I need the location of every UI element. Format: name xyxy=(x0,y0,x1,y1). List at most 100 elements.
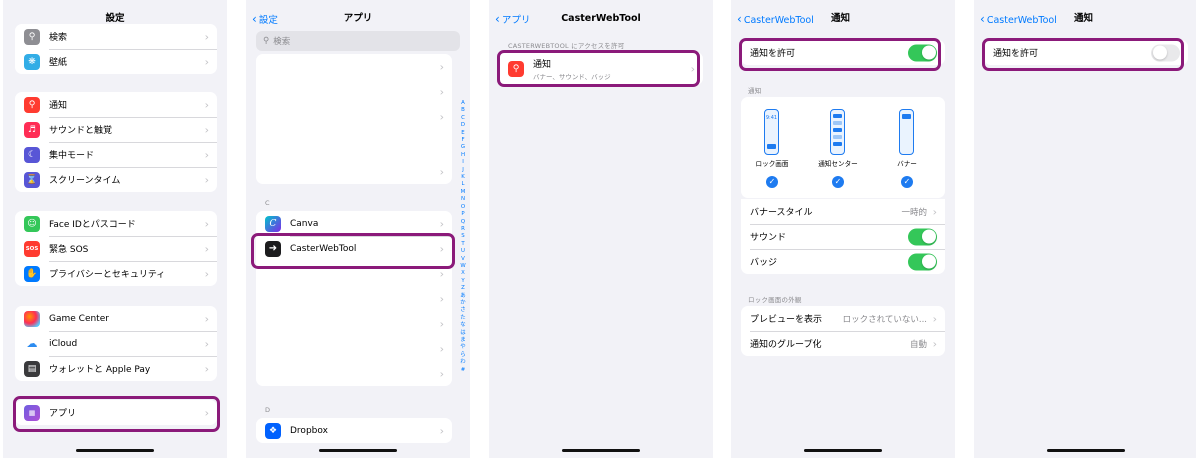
settings-row-screentime[interactable]: ⌛ スクリーンタイム › xyxy=(15,167,217,192)
highlight-box-notifications xyxy=(497,50,700,87)
row-label: iCloud xyxy=(49,338,78,349)
index-letter[interactable]: A xyxy=(459,100,467,107)
lock-screen-phone-icon[interactable]: 9:41 xyxy=(764,109,779,155)
settings-row-privacy[interactable]: ✋ プライバシーとセキュリティ › xyxy=(15,261,217,286)
settings-row-sounds[interactable]: ♬ サウンドと触覚 › xyxy=(15,117,217,142)
list-item[interactable] xyxy=(256,129,452,159)
notification-settings-screen-on: ‹ CasterWebTool 通知 通知を許可 通知 9:41 ロック画面 通… xyxy=(731,0,955,458)
nc-bar xyxy=(833,135,842,139)
home-indicator xyxy=(319,449,397,452)
index-letter[interactable]: わ xyxy=(459,359,467,366)
settings-row-game-center[interactable]: Game Center › xyxy=(15,306,217,331)
index-letter[interactable]: I xyxy=(459,159,467,166)
notification-center-phone-icon[interactable] xyxy=(830,109,845,155)
index-letter[interactable]: H xyxy=(459,152,467,159)
speaker-icon: ♬ xyxy=(24,121,40,138)
index-letter[interactable]: さ xyxy=(459,307,467,314)
index-letter[interactable]: や xyxy=(459,344,467,351)
row-label: スクリーンタイム xyxy=(49,176,121,186)
index-letter[interactable]: # xyxy=(459,367,467,374)
banner-style-row[interactable]: バナースタイル 一時的 › xyxy=(741,199,945,224)
index-letter[interactable]: J xyxy=(459,167,467,174)
list-item[interactable]: › xyxy=(256,104,452,129)
index-letter[interactable]: W xyxy=(459,263,467,270)
alphabet-index[interactable]: A B C D E F G H I J K L M N O P Q R S T U V W X Y Z あかさたなはまやらわ # xyxy=(459,100,467,374)
app-row-dropbox[interactable]: ❖ Dropbox › xyxy=(256,418,452,443)
banner-phone-icon[interactable] xyxy=(899,109,914,155)
banner-bar xyxy=(902,114,911,119)
list-item[interactable]: › xyxy=(256,79,452,104)
settings-screen: 設定 ⚲ 検索 › ❋ 壁紙 › ⚲ 通知 › ♬ サウンドと触覚 › ☾ 集中… xyxy=(3,0,227,458)
index-letter[interactable]: U xyxy=(459,248,467,255)
index-letter[interactable]: Q xyxy=(459,219,467,226)
index-letter[interactable]: は xyxy=(459,330,467,337)
nc-bar xyxy=(833,114,842,118)
check-nc-icon[interactable]: ✓ xyxy=(832,176,844,188)
index-letter[interactable]: C xyxy=(459,115,467,122)
index-letter[interactable]: S xyxy=(459,233,467,240)
settings-row-notifications[interactable]: ⚲ 通知 › xyxy=(15,92,217,117)
back-button[interactable]: ‹ CasterWebTool xyxy=(980,10,1057,30)
style-label-nc: 通知センター xyxy=(818,160,858,168)
settings-row-icloud[interactable]: ☁ iCloud › xyxy=(15,331,217,356)
row-label: 壁紙 xyxy=(49,58,68,68)
index-letter[interactable]: あ xyxy=(459,293,467,300)
chevron-right-icon: › xyxy=(204,312,209,325)
grouping-row[interactable]: 通知のグループ化 自動 › xyxy=(741,331,945,356)
settings-row-focus[interactable]: ☾ 集中モード › xyxy=(15,142,217,167)
row-label: バナースタイル xyxy=(750,208,813,218)
index-letter[interactable]: Y xyxy=(459,278,467,285)
chevron-right-icon: › xyxy=(439,342,444,355)
list-item[interactable]: › xyxy=(256,54,452,79)
index-letter[interactable]: O xyxy=(459,204,467,211)
nav-bar: ‹ アプリ CasterWebTool xyxy=(489,10,713,28)
index-letter[interactable]: な xyxy=(459,322,467,329)
settings-row-emergency-sos[interactable]: SOS 緊急 SOS › xyxy=(15,236,217,261)
chevron-right-icon: › xyxy=(439,165,444,178)
settings-row-wallet[interactable]: ▤ ウォレットと Apple Pay › xyxy=(15,356,217,381)
index-letter[interactable]: B xyxy=(459,107,467,114)
list-item[interactable]: › xyxy=(256,361,452,386)
list-item[interactable]: › xyxy=(256,286,452,311)
back-button[interactable]: ‹ CasterWebTool xyxy=(737,10,814,30)
index-letter[interactable]: X xyxy=(459,270,467,277)
index-letter[interactable]: M xyxy=(459,189,467,196)
index-letter[interactable]: D xyxy=(459,122,467,129)
index-letter[interactable]: G xyxy=(459,144,467,151)
badge-row: バッジ xyxy=(741,249,945,274)
settings-row-wallpaper[interactable]: ❋ 壁紙 › xyxy=(15,49,217,74)
index-letter[interactable]: K xyxy=(459,174,467,181)
row-label: バッジ xyxy=(750,258,778,268)
app-list-group-d: ❖ Dropbox › xyxy=(256,418,452,443)
index-letter[interactable]: E xyxy=(459,130,467,137)
index-letter[interactable]: L xyxy=(459,181,467,188)
nav-bar: ‹ 設定 アプリ xyxy=(246,10,470,28)
settings-row-search[interactable]: ⚲ 検索 › xyxy=(15,24,217,49)
home-indicator xyxy=(76,449,154,452)
cloud-icon: ☁ xyxy=(24,335,40,352)
index-letter[interactable]: N xyxy=(459,196,467,203)
list-item[interactable]: › xyxy=(256,159,452,184)
list-item[interactable]: › xyxy=(256,311,452,336)
screenshot-root: 設定 ⚲ 検索 › ❋ 壁紙 › ⚲ 通知 › ♬ サウンドと触覚 › ☾ 集中… xyxy=(0,0,1196,464)
chevron-right-icon: › xyxy=(204,337,209,350)
nc-bar xyxy=(833,121,842,125)
check-banner-icon[interactable]: ✓ xyxy=(901,176,913,188)
back-label: CasterWebTool xyxy=(986,15,1057,26)
index-letter[interactable]: Z xyxy=(459,285,467,292)
lock-appearance-group: プレビューを表示 ロックされていない... › 通知のグループ化 自動 › xyxy=(741,306,945,356)
check-lock-icon[interactable]: ✓ xyxy=(766,176,778,188)
index-letter[interactable]: T xyxy=(459,241,467,248)
badge-toggle[interactable] xyxy=(908,253,937,270)
chevron-right-icon: › xyxy=(204,98,209,111)
index-letter[interactable]: R xyxy=(459,226,467,233)
index-letter[interactable]: V xyxy=(459,256,467,263)
list-item[interactable]: › xyxy=(256,336,452,361)
index-letter[interactable]: F xyxy=(459,137,467,144)
search-input[interactable]: ⚲ 検索 xyxy=(256,31,460,51)
settings-row-faceid[interactable]: ☺ Face IDとパスコード › xyxy=(15,211,217,236)
preview-row[interactable]: プレビューを表示 ロックされていない... › xyxy=(741,306,945,331)
sound-toggle[interactable] xyxy=(908,228,937,245)
notification-options-group: バナースタイル 一時的 › サウンド バッジ xyxy=(741,199,945,274)
index-letter[interactable]: P xyxy=(459,211,467,218)
